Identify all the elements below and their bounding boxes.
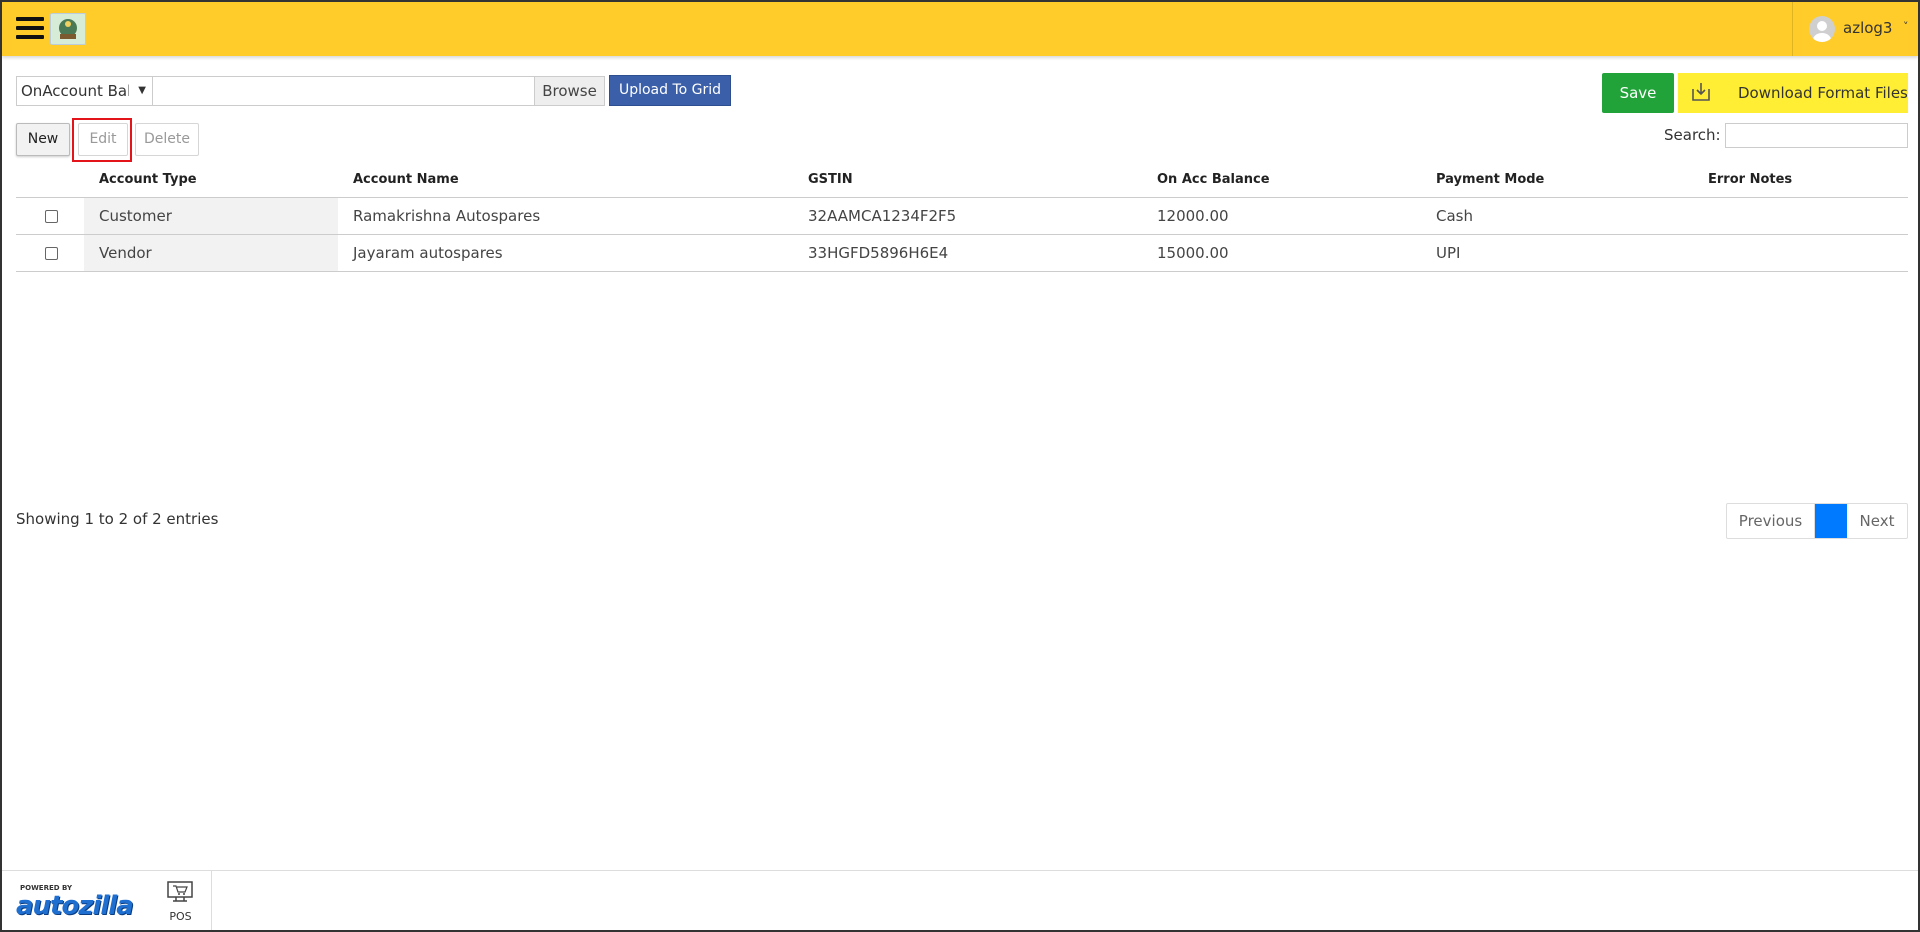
chevron-down-icon: ▼	[138, 85, 146, 96]
previous-page-button[interactable]: Previous	[1727, 504, 1815, 538]
header-payment-mode[interactable]: Payment Mode	[1421, 162, 1693, 197]
pagination: Previous 1 Next	[1726, 503, 1908, 539]
download-icon	[1692, 83, 1710, 101]
save-button[interactable]: Save	[1602, 73, 1674, 113]
upload-type-select[interactable]: OnAccount Balance ▼	[16, 76, 153, 106]
table-header: Account Type Account Name GSTIN On Acc B…	[16, 162, 1908, 198]
pos-label: POS	[169, 910, 192, 923]
row-checkbox[interactable]	[45, 210, 58, 223]
header-error-notes[interactable]: Error Notes	[1693, 162, 1908, 197]
company-logo[interactable]	[50, 13, 86, 45]
edit-button[interactable]: Edit	[78, 123, 128, 156]
search-input[interactable]	[1725, 123, 1908, 148]
chevron-down-icon[interactable]: ˅	[1903, 20, 1909, 33]
page-1-button[interactable]: 1	[1815, 504, 1847, 538]
payment-mode-cell: UPI	[1436, 244, 1461, 262]
table-row[interactable]: Vendor Jayaram autospares 33HGFD5896H6E4…	[16, 235, 1908, 272]
header-select	[16, 162, 84, 197]
download-format-files-label: Download Format Files	[1738, 84, 1908, 102]
top-bar: azlog3 ˅	[2, 2, 1918, 56]
next-page-button[interactable]: Next	[1847, 504, 1907, 538]
header-account-type[interactable]: Account Type	[84, 162, 338, 197]
header-account-name[interactable]: Account Name	[338, 162, 793, 197]
autozilla-logo: autozilla	[16, 891, 134, 921]
pos-button[interactable]: POS	[150, 871, 212, 930]
user-menu[interactable]: azlog3 ˅	[1792, 2, 1918, 56]
gstin-cell: 32AAMCA1234F2F5	[808, 207, 957, 225]
file-path-input[interactable]	[152, 76, 535, 106]
download-format-files-button[interactable]: Download Format Files	[1678, 73, 1908, 113]
search-label: Search:	[1664, 126, 1721, 144]
avatar[interactable]	[1809, 16, 1835, 42]
delete-button[interactable]: Delete	[135, 123, 199, 156]
account-type-cell: Customer	[84, 198, 338, 234]
pos-terminal-icon	[167, 881, 193, 902]
upload-to-grid-button[interactable]: Upload To Grid	[609, 75, 731, 106]
table-row[interactable]: Customer Ramakrishna Autospares 32AAMCA1…	[16, 198, 1908, 235]
bottom-bar: POWERED BY autozilla POS	[2, 870, 1918, 930]
gstin-cell: 33HGFD5896H6E4	[808, 244, 949, 262]
account-type-cell: Vendor	[84, 235, 338, 271]
payment-mode-cell: Cash	[1436, 207, 1473, 225]
hamburger-icon[interactable]	[16, 17, 44, 41]
row-checkbox[interactable]	[45, 247, 58, 260]
header-gstin[interactable]: GSTIN	[793, 162, 1142, 197]
balance-cell: 15000.00	[1157, 244, 1229, 262]
account-name-cell: Ramakrishna Autospares	[353, 207, 541, 225]
error-notes-cell	[1693, 235, 1908, 271]
row-select-cell	[16, 198, 84, 234]
table-info: Showing 1 to 2 of 2 entries	[16, 510, 219, 528]
error-notes-cell	[1693, 198, 1908, 234]
balance-cell: 12000.00	[1157, 207, 1229, 225]
header-on-acc-balance[interactable]: On Acc Balance	[1142, 162, 1421, 197]
browse-button[interactable]: Browse	[534, 76, 605, 106]
app-frame: azlog3 ˅ OnAccount Balance ▼ Browse Uplo…	[0, 0, 1920, 932]
row-select-cell	[16, 235, 84, 271]
accounts-table: Account Type Account Name GSTIN On Acc B…	[16, 162, 1908, 272]
new-button[interactable]: New	[16, 123, 70, 156]
account-name-cell: Jayaram autospares	[353, 244, 503, 262]
username[interactable]: azlog3	[1843, 19, 1892, 37]
upload-type-value: OnAccount Balance	[21, 82, 129, 100]
